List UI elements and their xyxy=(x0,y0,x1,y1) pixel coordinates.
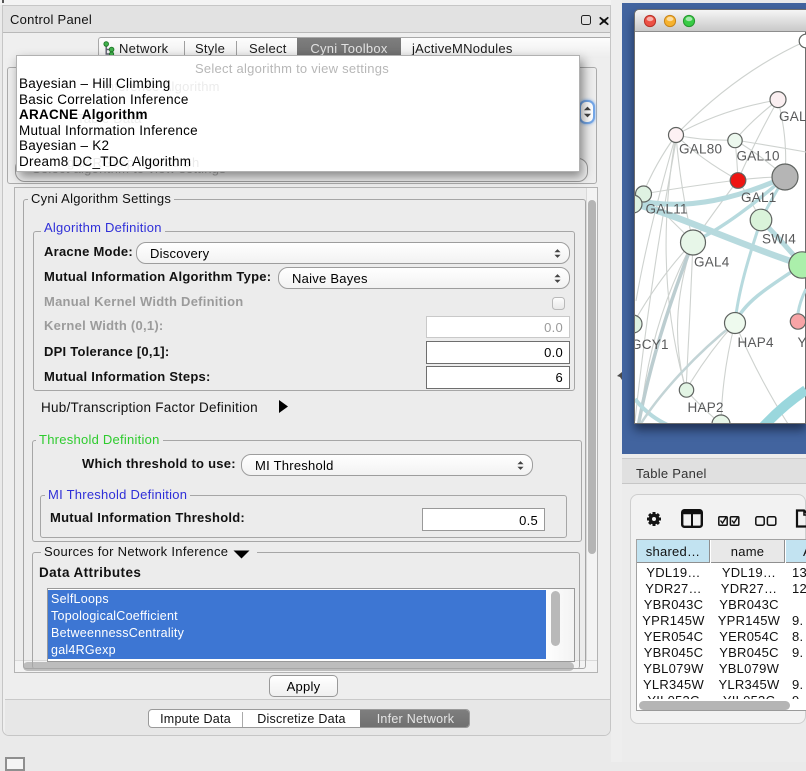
svg-text:GAL80: GAL80 xyxy=(679,142,722,157)
svg-text:SWI4: SWI4 xyxy=(762,232,796,247)
svg-text:GAL4: GAL4 xyxy=(694,255,730,270)
svg-text:HAP4: HAP4 xyxy=(738,335,775,350)
svg-text:GAL2: GAL2 xyxy=(779,109,806,124)
svg-text:Y: Y xyxy=(798,335,806,350)
svg-text:GAL11: GAL11 xyxy=(646,202,688,217)
svg-text:HAP2: HAP2 xyxy=(688,400,724,415)
svg-text:GAL10: GAL10 xyxy=(737,149,780,164)
svg-text:GCY1: GCY1 xyxy=(635,337,669,352)
svg-text:GAL1: GAL1 xyxy=(741,190,777,205)
